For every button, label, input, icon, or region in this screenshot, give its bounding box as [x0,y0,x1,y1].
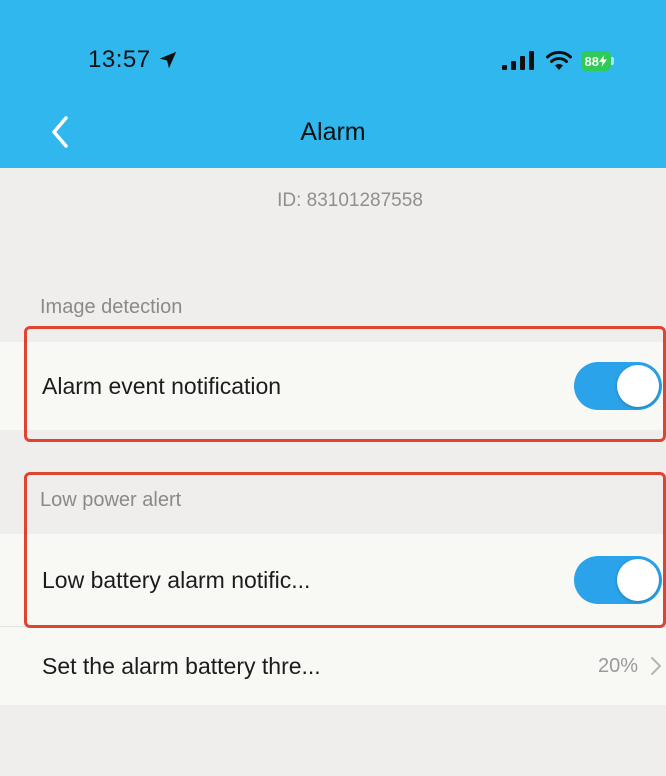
battery-threshold-label: Set the alarm battery thre... [42,652,321,679]
battery-nub [611,57,614,65]
status-time-text: 13:57 [88,46,151,73]
alarm-event-notification-toggle[interactable] [574,362,662,410]
alarm-event-notification-label: Alarm event notification [42,372,282,399]
battery-charging-icon: 88 [580,50,614,72]
low-battery-notification-row: Low battery alarm notific... [0,534,666,626]
battery-threshold-value: 20% [597,654,638,677]
chevron-left-icon [52,116,68,148]
status-bar-indicators: 88 [501,46,614,76]
low-battery-notification-toggle[interactable] [574,556,662,604]
status-bar-time: 13:57 [88,40,179,80]
low-battery-notification-label: Low battery alarm notific... [42,566,311,593]
section-label-image-detection: Image detection [40,296,183,318]
device-id: ID: 83101287558 [277,190,423,211]
cellular-signal-icon [501,51,534,70]
back-button[interactable] [40,110,80,154]
battery-level: 88 [580,51,611,71]
alarm-settings-screen: 13:57 88 Alarm ID: 83101287558 Image det… [0,0,666,776]
charging-bolt-icon [599,55,607,67]
page-title: Alarm [300,118,366,146]
alarm-event-notification-row: Alarm event notification [0,342,666,430]
wifi-icon [545,50,572,70]
battery-level-text: 88 [584,53,599,69]
chevron-right-icon [651,657,661,675]
location-arrow-icon [159,51,176,69]
toggle-knob [617,365,659,407]
header-bar: 13:57 88 Alarm [0,0,666,168]
battery-threshold-row[interactable]: Set the alarm battery thre... 20% [0,627,666,705]
toggle-knob [617,559,659,601]
section-label-low-power: Low power alert [40,489,182,511]
